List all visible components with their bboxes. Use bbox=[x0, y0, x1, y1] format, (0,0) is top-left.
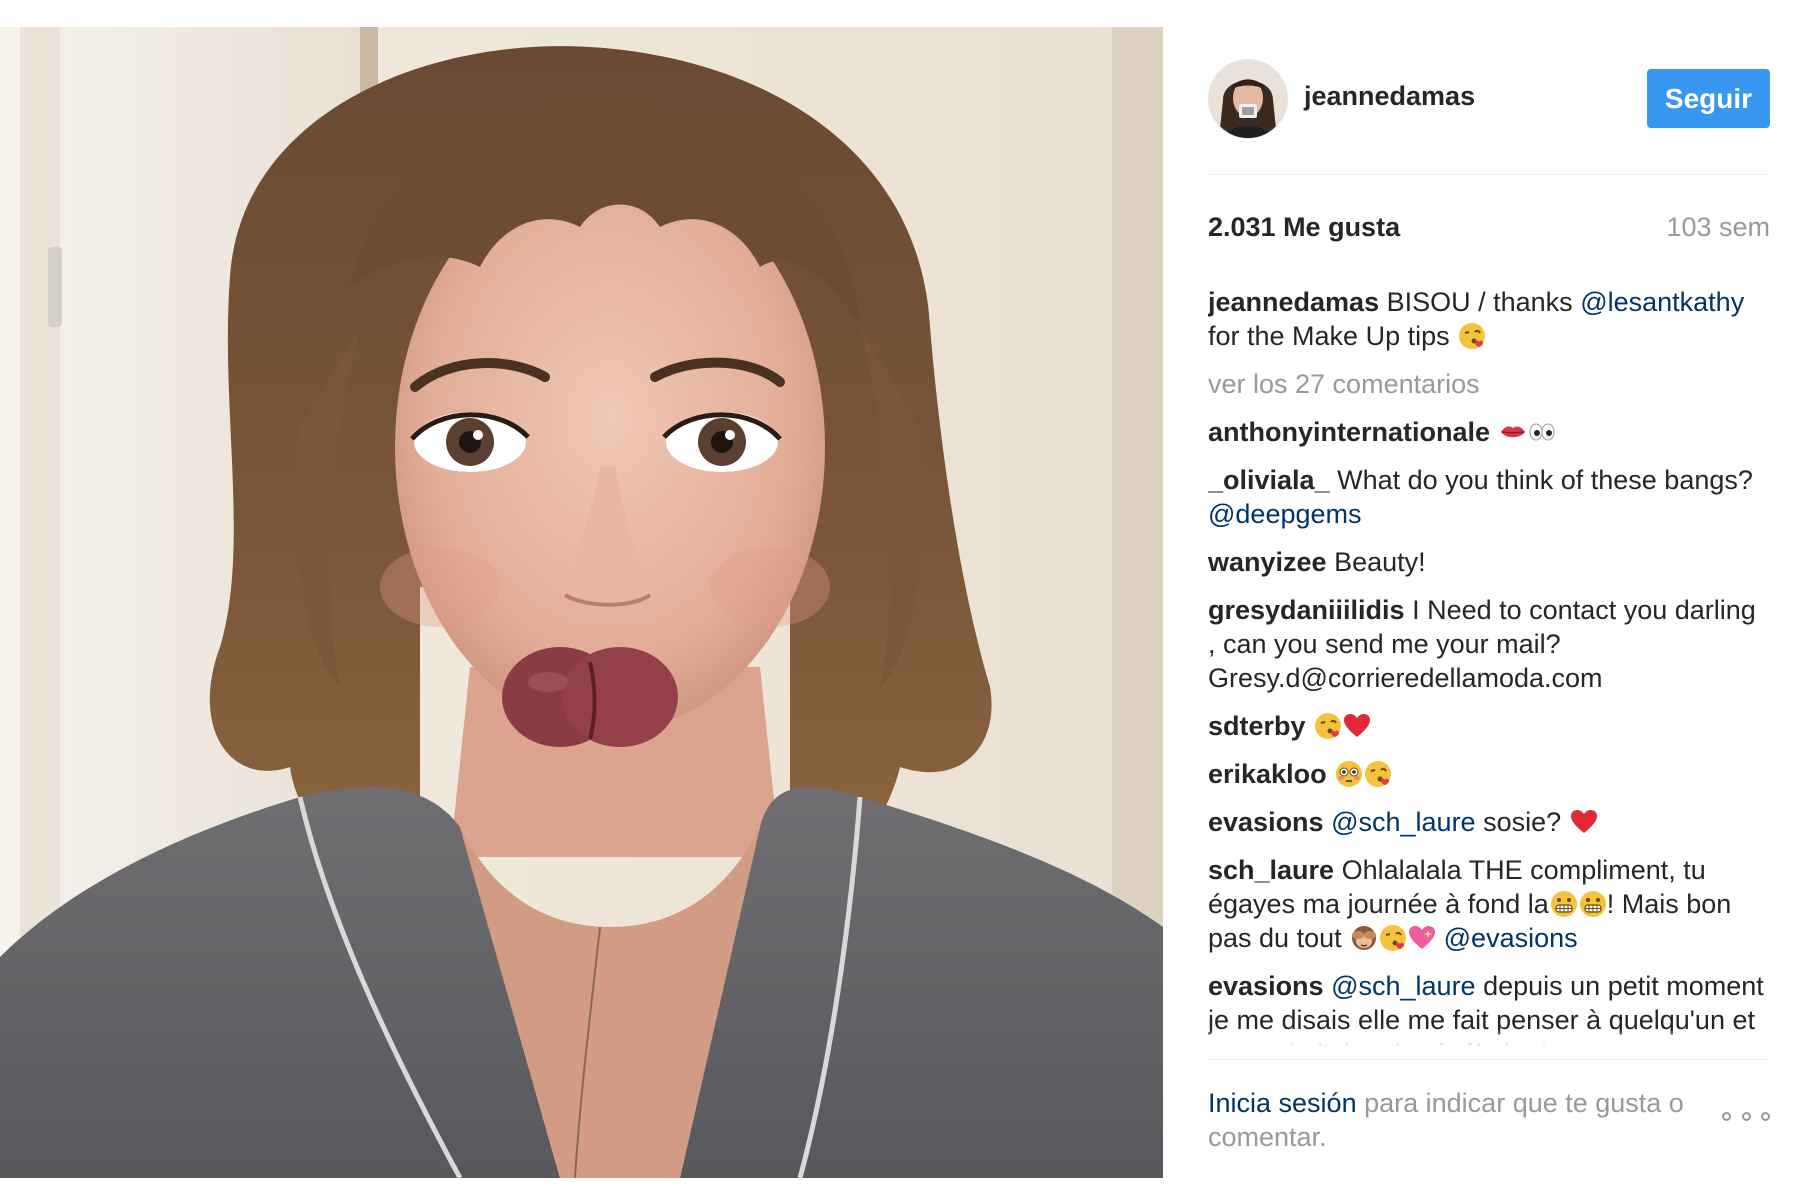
flushed-face-emoji-icon bbox=[1335, 760, 1363, 788]
grimace-emoji-icon bbox=[1579, 890, 1607, 918]
kiss-face-emoji-icon bbox=[1314, 712, 1342, 740]
selfie-photo-illustration bbox=[0, 27, 1163, 1178]
login-link[interactable]: Inicia sesión bbox=[1208, 1088, 1357, 1118]
more-dot bbox=[1761, 1111, 1770, 1121]
login-prompt: Inicia sesión para indicar que te gusta … bbox=[1208, 1086, 1708, 1154]
kiss-face-emoji-icon bbox=[1458, 322, 1486, 350]
post-time-ago[interactable]: 103 sem bbox=[1666, 212, 1770, 243]
comment-item: sch_laure Ohlalalala THE compliment, tu … bbox=[1208, 853, 1770, 955]
comment-text: sosie? bbox=[1483, 807, 1562, 837]
lips-emoji-icon bbox=[1499, 418, 1527, 446]
post-side-panel: jeannedamas Seguir 2.031 Me gusta 103 se… bbox=[1208, 27, 1770, 1178]
kiss-face-emoji-icon bbox=[1364, 760, 1392, 788]
red-heart-emoji-icon bbox=[1570, 808, 1598, 836]
red-heart-emoji-icon bbox=[1343, 712, 1371, 740]
comment-username[interactable]: wanyizee bbox=[1208, 547, 1327, 577]
post-header: jeannedamas Seguir bbox=[1208, 59, 1770, 139]
comment-username[interactable]: sch_laure bbox=[1208, 855, 1334, 885]
caption-text-before: BISOU / thanks bbox=[1386, 287, 1573, 317]
comment-item: _oliviala_ What do you think of these ba… bbox=[1208, 463, 1770, 531]
header-divider bbox=[1208, 174, 1770, 175]
comment-item: sdterby bbox=[1208, 709, 1770, 743]
comment-username[interactable]: gresydaniiilidis bbox=[1208, 595, 1405, 625]
more-dot bbox=[1722, 1111, 1731, 1121]
caption-mention[interactable]: @lesantkathy bbox=[1580, 287, 1744, 317]
comment-mention[interactable]: @deepgems bbox=[1208, 499, 1362, 529]
sparkling-heart-emoji-icon bbox=[1408, 924, 1436, 952]
instagram-post-page: jeannedamas Seguir 2.031 Me gusta 103 se… bbox=[0, 0, 1800, 1200]
comment-mention[interactable]: @sch_laure bbox=[1331, 971, 1475, 1001]
comment-mention[interactable]: @evasions bbox=[1444, 923, 1578, 953]
comment-username[interactable]: evasions bbox=[1208, 807, 1324, 837]
post-footer: Inicia sesión para indicar que te gusta … bbox=[1208, 1086, 1770, 1166]
grimace-emoji-icon bbox=[1550, 890, 1578, 918]
kiss-face-emoji-icon bbox=[1379, 924, 1407, 952]
see-no-evil-monkey-emoji-icon bbox=[1350, 924, 1378, 952]
avatar[interactable] bbox=[1208, 59, 1288, 139]
comment-item: wanyizee Beauty! bbox=[1208, 545, 1770, 579]
comment-item: gresydaniiilidis I Need to contact you d… bbox=[1208, 593, 1770, 695]
post-caption: jeannedamas BISOU / thanks @lesantkathy … bbox=[1208, 285, 1770, 353]
caption-text-after: for the Make Up tips bbox=[1208, 321, 1450, 351]
comment-username[interactable]: anthonyinternationale bbox=[1208, 417, 1490, 447]
more-dot bbox=[1741, 1111, 1751, 1121]
comment-text: Beauty! bbox=[1334, 547, 1426, 577]
eyes-emoji-icon bbox=[1528, 418, 1556, 446]
more-options-icon[interactable] bbox=[1722, 1106, 1770, 1126]
comment-item: erikakloo bbox=[1208, 757, 1770, 791]
footer-divider bbox=[1208, 1059, 1770, 1060]
comments-fade bbox=[1208, 1029, 1770, 1047]
post-stats: 2.031 Me gusta 103 sem bbox=[1208, 212, 1770, 248]
comment-mention[interactable]: @sch_laure bbox=[1331, 807, 1475, 837]
comment-item: evasions @sch_laure sosie? bbox=[1208, 805, 1770, 839]
comment-username[interactable]: erikakloo bbox=[1208, 759, 1327, 789]
follow-button[interactable]: Seguir bbox=[1647, 69, 1770, 128]
caption-username[interactable]: jeannedamas bbox=[1208, 287, 1379, 317]
view-all-comments-link[interactable]: ver los 27 comentarios bbox=[1208, 367, 1770, 401]
comment-username[interactable]: sdterby bbox=[1208, 711, 1306, 741]
post-author-username[interactable]: jeannedamas bbox=[1304, 81, 1475, 112]
comment-item: anthonyinternationale bbox=[1208, 415, 1770, 449]
comments-list[interactable]: jeannedamas BISOU / thanks @lesantkathy … bbox=[1208, 285, 1770, 1047]
post-photo[interactable] bbox=[0, 27, 1163, 1178]
comment-username[interactable]: _oliviala_ bbox=[1208, 465, 1330, 495]
avatar-image bbox=[1209, 60, 1287, 138]
comment-username[interactable]: evasions bbox=[1208, 971, 1324, 1001]
comment-text: What do you think of these bangs? bbox=[1337, 465, 1753, 495]
likes-count[interactable]: 2.031 Me gusta bbox=[1208, 212, 1400, 243]
